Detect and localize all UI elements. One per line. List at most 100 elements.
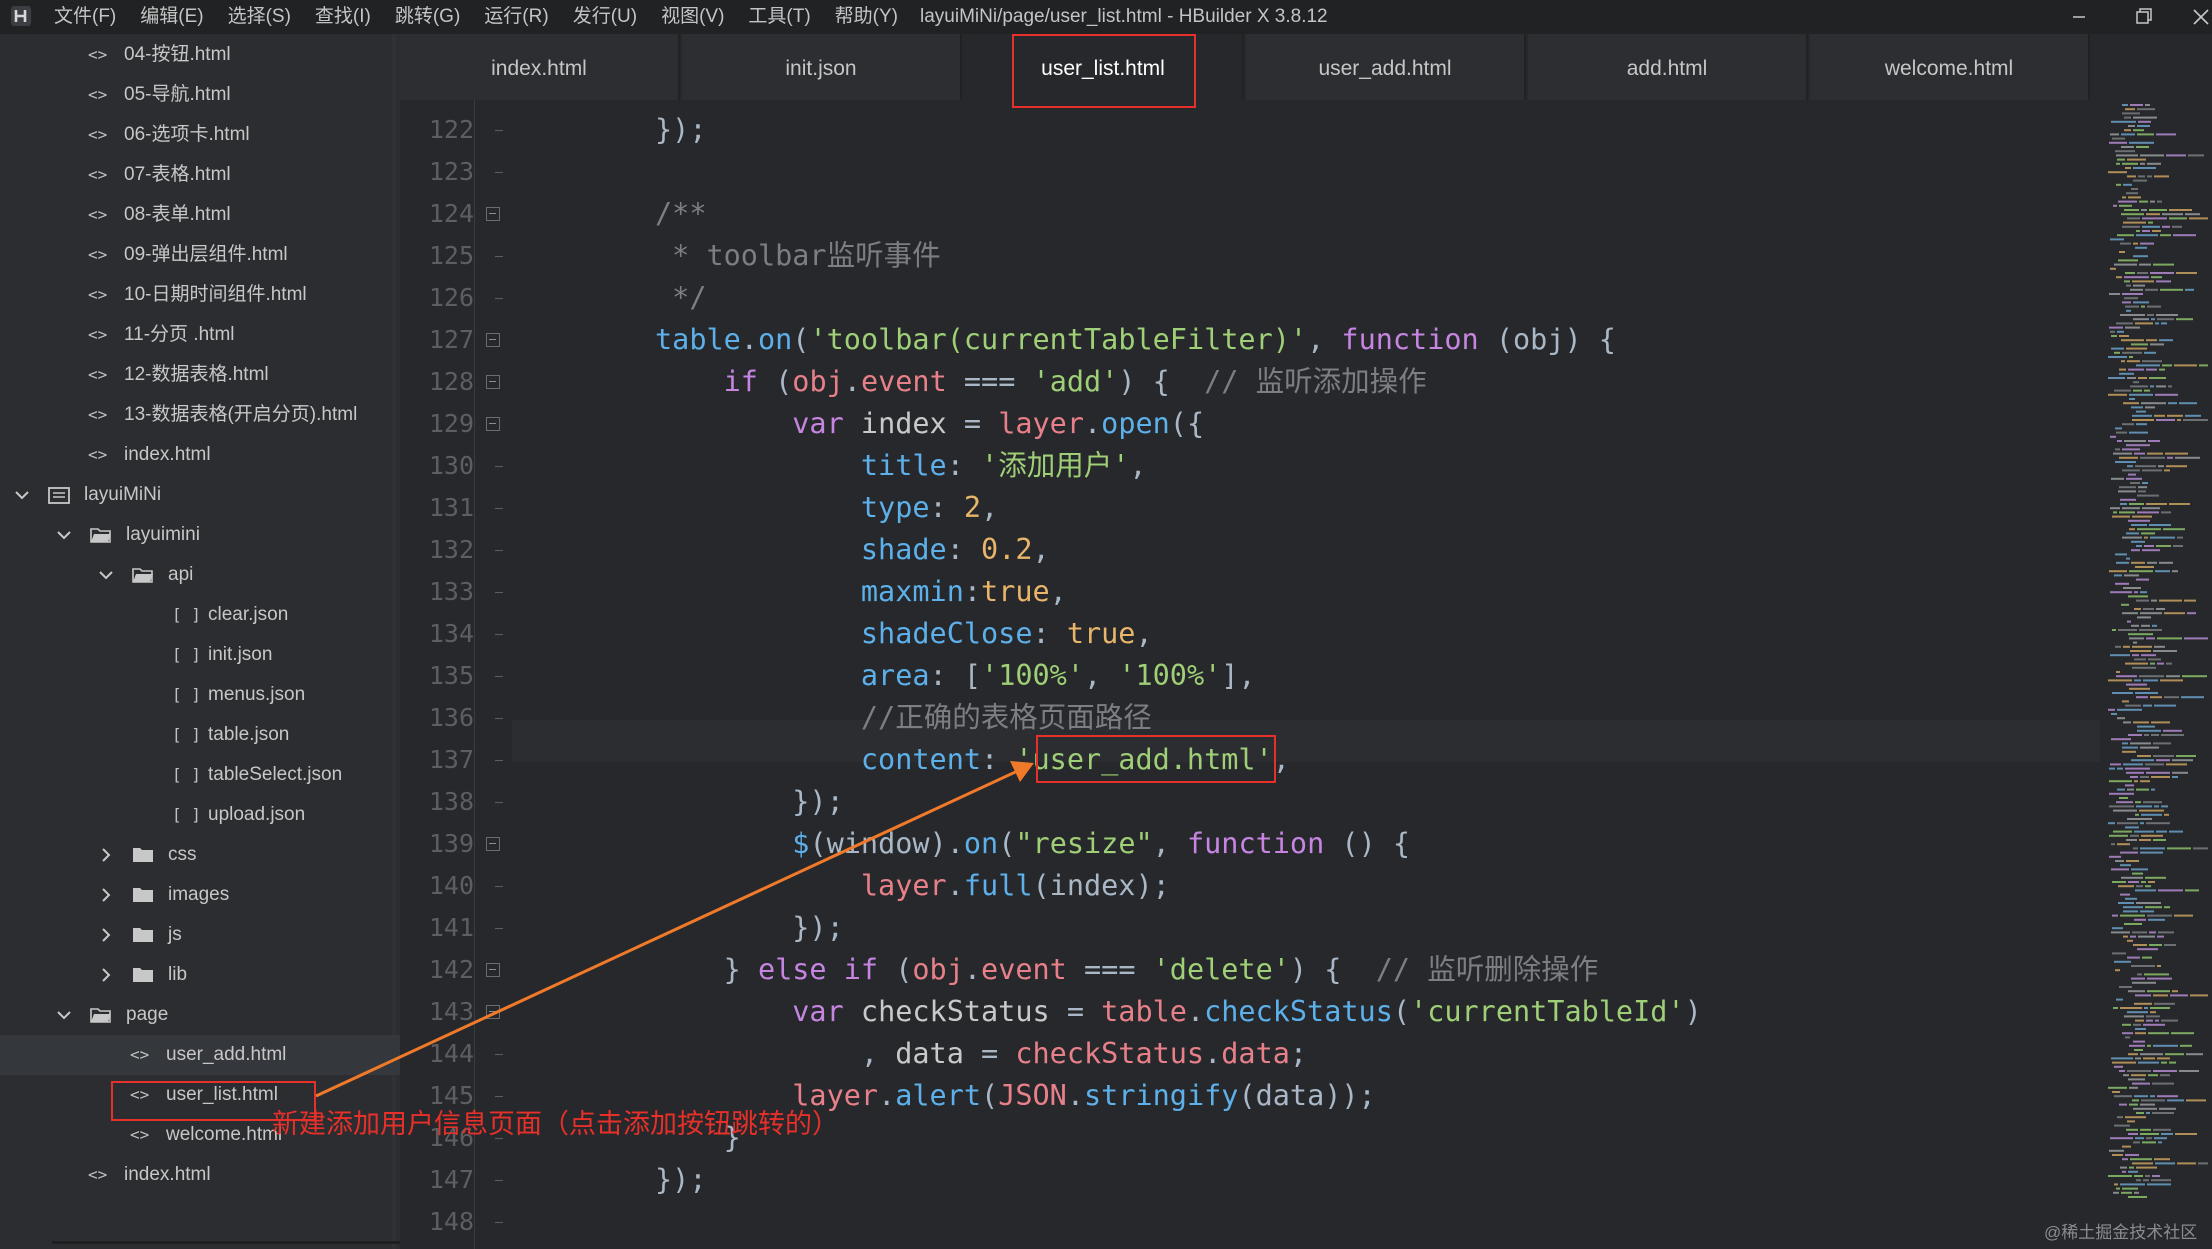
chevron-right-icon[interactable] — [98, 967, 114, 983]
tree-item[interactable]: [ ] clear.json — [0, 595, 400, 635]
menu-item[interactable]: 查找(I) — [315, 0, 371, 34]
tree-item[interactable]: images — [0, 875, 400, 915]
tree-item[interactable]: <> 05-导航.html — [0, 75, 400, 115]
tree-item[interactable]: <> user_add.html — [0, 1035, 400, 1075]
code-token: /** — [655, 197, 707, 230]
menu-item[interactable]: 视图(V) — [661, 0, 724, 34]
code-token: . — [1204, 1037, 1222, 1070]
tree-item[interactable]: [ ] upload.json — [0, 795, 400, 835]
code-token: : — [963, 575, 982, 608]
line-number: 124 — [428, 199, 474, 228]
menu-item[interactable]: 选择(S) — [228, 0, 291, 34]
code-line: shadeClose: true, — [655, 613, 1153, 655]
code-token: alert — [895, 1079, 982, 1112]
menu-item[interactable]: 运行(R) — [484, 0, 548, 34]
tree-item-label: init.json — [208, 644, 273, 665]
chevron-right-icon[interactable] — [98, 927, 114, 943]
code-token: ( — [998, 827, 1016, 860]
fold-toggle-icon[interactable] — [486, 207, 500, 221]
fold-toggle-icon[interactable] — [486, 375, 500, 389]
menu-item[interactable]: 发行(U) — [573, 0, 637, 34]
chevron-right-icon[interactable] — [98, 887, 114, 903]
line-number: 126 — [428, 283, 474, 312]
code-token: : [ — [929, 659, 982, 692]
code-minimap[interactable] — [2104, 100, 2212, 1249]
tree-item[interactable]: [ ] menus.json — [0, 675, 400, 715]
fold-toggle-icon[interactable] — [486, 963, 500, 977]
code-token: data — [895, 1037, 982, 1070]
tree-item[interactable]: <> 10-日期时间组件.html — [0, 275, 400, 315]
line-number: 138 — [428, 787, 474, 816]
tree-item-label: page — [126, 1004, 169, 1025]
minimize-icon[interactable] — [2056, 0, 2102, 34]
restore-icon[interactable] — [2120, 0, 2166, 34]
html-file-icon: <> — [88, 325, 108, 344]
tree-item[interactable]: <> 08-表单.html — [0, 195, 400, 235]
tree-item[interactable]: [ ] tableSelect.json — [0, 755, 400, 795]
code-token: type — [655, 491, 930, 524]
code-token: , — [1152, 827, 1187, 860]
fold-guide-tick — [495, 928, 503, 929]
menu-item[interactable]: 文件(F) — [54, 0, 116, 34]
tree-item[interactable]: [ ] table.json — [0, 715, 400, 755]
menu-item[interactable]: 编辑(E) — [140, 0, 203, 34]
fold-guide-tick — [495, 508, 503, 509]
tab-add-html[interactable]: add.html — [1528, 34, 1808, 100]
html-file-icon: <> — [88, 45, 108, 64]
line-number: 123 — [428, 157, 474, 186]
chevron-down-icon[interactable] — [56, 527, 72, 543]
html-file-icon: <> — [88, 205, 108, 224]
code-line: area: ['100%', '100%'], — [655, 655, 1256, 697]
window-title: layuiMiNi/page/user_list.html - HBuilder… — [920, 6, 1328, 27]
code-token: ) — [1684, 995, 1702, 1028]
chevron-down-icon[interactable] — [56, 1007, 72, 1023]
tree-item[interactable]: <> 13-数据表格(开启分页).html — [0, 395, 400, 435]
tree-item[interactable]: layuimini — [0, 515, 400, 555]
tree-item[interactable]: [ ] init.json — [0, 635, 400, 675]
close-icon[interactable] — [2180, 0, 2212, 34]
tree-item[interactable]: api — [0, 555, 400, 595]
tree-item[interactable]: <> 07-表格.html — [0, 155, 400, 195]
html-file-icon: <> — [130, 1125, 150, 1144]
tree-item[interactable]: <> 06-选项卡.html — [0, 115, 400, 155]
code-token: data — [1221, 1037, 1290, 1070]
fold-toggle-icon[interactable] — [486, 837, 500, 851]
code-editor[interactable]: 122 123 124 125 126 127 128 129 130 131 132 133 134 1… — [400, 100, 2100, 1249]
chevron-down-icon[interactable] — [14, 487, 30, 503]
menu-item[interactable]: 帮助(Y) — [835, 0, 898, 34]
code-token: obj — [792, 365, 844, 398]
line-number: 131 — [428, 493, 474, 522]
line-number: 137 — [428, 745, 474, 774]
tree-item[interactable]: <> 11-分页 .html — [0, 315, 400, 355]
fold-guide-tick — [495, 592, 503, 593]
hbuilder-logo-icon — [11, 6, 31, 26]
menu-item[interactable]: 跳转(G) — [395, 0, 460, 34]
menu-item[interactable]: 工具(T) — [748, 0, 810, 34]
code-token: === — [1066, 953, 1153, 986]
chevron-right-icon[interactable] — [98, 847, 114, 863]
tab-init-json[interactable]: init.json — [682, 34, 962, 100]
tree-item[interactable]: <> 09-弹出层组件.html — [0, 235, 400, 275]
folder-icon — [133, 888, 153, 902]
tree-item[interactable]: lib — [0, 955, 400, 995]
chevron-down-icon[interactable] — [98, 567, 114, 583]
fold-toggle-icon[interactable] — [486, 417, 500, 431]
code-token: obj — [912, 953, 964, 986]
tab-index-html[interactable]: index.html — [400, 34, 680, 100]
tree-item[interactable]: page — [0, 995, 400, 1035]
tree-item[interactable]: js — [0, 915, 400, 955]
fold-toggle-icon[interactable] — [486, 1005, 500, 1019]
tree-item[interactable]: css — [0, 835, 400, 875]
tree-item[interactable]: <> 04-按钮.html — [0, 35, 400, 75]
tree-item[interactable]: <> 12-数据表格.html — [0, 355, 400, 395]
fold-toggle-icon[interactable] — [486, 333, 500, 347]
tab-welcome-html[interactable]: welcome.html — [1810, 34, 2090, 100]
tree-item[interactable]: <> index.html — [0, 435, 400, 475]
tab-user-add-html[interactable]: user_add.html — [1246, 34, 1526, 100]
tree-item[interactable]: layuiMiNi — [0, 475, 400, 515]
line-number: 148 — [428, 1207, 474, 1236]
code-token: = — [963, 407, 999, 440]
code-token: '添加用户' — [981, 449, 1130, 482]
code-token: 'delete' — [1152, 953, 1290, 986]
tree-item[interactable]: <> index.html — [0, 1155, 400, 1195]
